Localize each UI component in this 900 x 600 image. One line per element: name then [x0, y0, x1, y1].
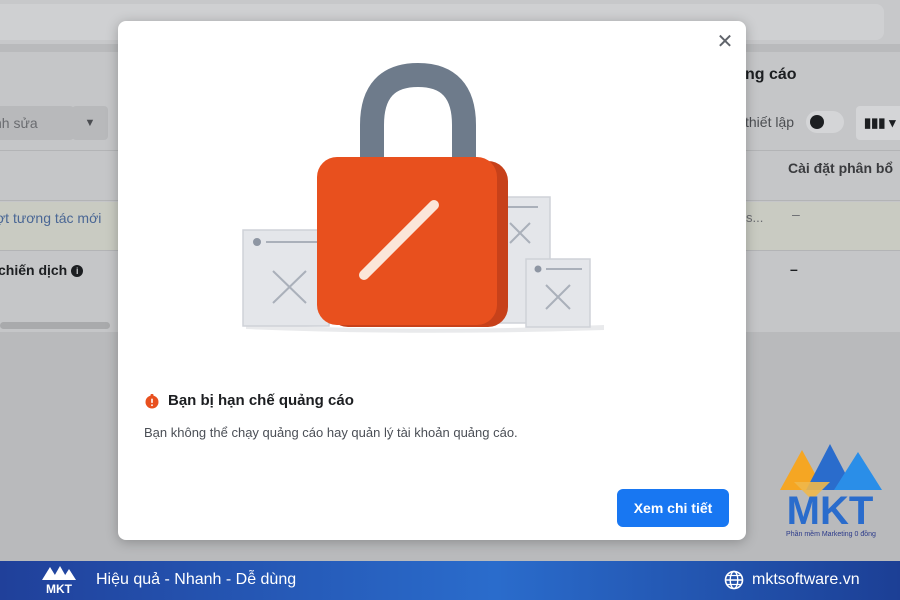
setup-label: thiết lập: [745, 114, 795, 130]
horizontal-scrollbar[interactable]: [0, 322, 110, 329]
mkt-logo-text: MKT: [787, 489, 874, 533]
right-panel-title: ng cáo: [745, 66, 797, 83]
see-details-button[interactable]: Xem chi tiết: [617, 489, 729, 527]
columns-icon: ▮▮▮ ▾: [864, 115, 896, 130]
dialog-title: Bạn bị hạn chế quảng cáo: [168, 392, 354, 409]
globe-icon: [724, 570, 744, 590]
window-card-left-icon: [242, 229, 330, 327]
ad-restriction-dialog: ✕ Bạn bị hạn chế quảng cáo Bạn không thể…: [118, 21, 746, 540]
row-dash-bold: –: [790, 261, 798, 277]
padlock-illustration: [242, 63, 604, 333]
window-card-right-front-icon: [525, 258, 591, 328]
column-header-allocation: Cài đặt phân bổ: [788, 160, 893, 176]
mkt-logo: MKT: [780, 444, 882, 533]
setup-toggle[interactable]: [806, 111, 844, 133]
row-dash: –: [792, 206, 800, 222]
edit-dropdown-button[interactable]: ▼: [72, 106, 108, 140]
footer-banner: MKT Hiệu quả - Nhanh - Dễ dùng mktsoftwa…: [0, 561, 900, 600]
dialog-heading-row: Bạn bị hạn chế quảng cáo: [144, 392, 354, 409]
footer-logo-text: MKT: [46, 582, 73, 596]
footer-website-link[interactable]: mktsoftware.vn: [752, 571, 860, 589]
mkt-logo-subtext: Phần mềm Marketing 0 đồng: [786, 531, 876, 538]
row-link[interactable]: ợt tương tác mới: [0, 210, 101, 226]
columns-button[interactable]: ▮▮▮ ▾: [856, 106, 900, 140]
campaign-label: chiến dịch i: [0, 262, 84, 278]
dialog-description: Bạn không thể chạy quảng cáo hay quản lý…: [144, 425, 518, 440]
footer-logo-icon: MKT: [42, 566, 76, 596]
row-truncated-text: s...: [746, 210, 764, 225]
info-icon[interactable]: i: [71, 265, 84, 277]
warning-icon: [145, 393, 159, 408]
footer-tagline: Hiệu quả - Nhanh - Dễ dùng: [96, 571, 297, 588]
edit-button[interactable]: nh sửa: [0, 106, 74, 140]
